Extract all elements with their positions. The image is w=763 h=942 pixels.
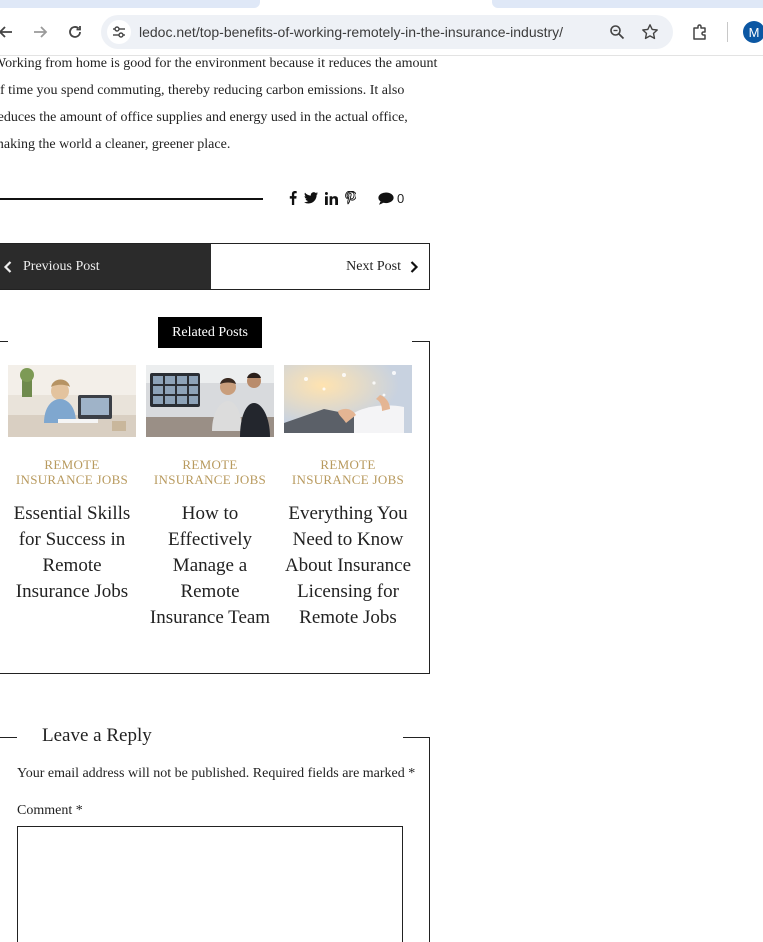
extensions-button[interactable] (688, 20, 712, 44)
laptop-document-image (284, 365, 412, 437)
toolbar-divider (727, 22, 728, 42)
related-post-category[interactable]: REMOTE INSURANCE JOBS (284, 457, 412, 487)
pinterest-icon[interactable] (345, 191, 356, 205)
reload-icon (69, 26, 81, 38)
related-box-edge (0, 341, 8, 342)
bookmark-button[interactable] (640, 22, 660, 42)
reply-box-edge (403, 737, 430, 738)
related-post-title[interactable]: Essential Skills for Success in Remote I… (8, 501, 136, 605)
related-post-category[interactable]: REMOTE INSURANCE JOBS (8, 457, 136, 487)
related-posts-heading: Related Posts (158, 317, 262, 348)
article-line: making the world a cleaner, greener plac… (0, 137, 231, 152)
reply-box-edge (429, 737, 430, 942)
next-post-link[interactable]: Next Post (211, 244, 429, 289)
arrow-right-icon (34, 26, 48, 38)
address-bar[interactable]: ledoc.net/top-benefits-of-working-remote… (101, 15, 673, 49)
zoom-icon (610, 25, 625, 40)
related-post-card: REMOTE INSURANCE JOBS Everything You Nee… (284, 365, 412, 631)
tune-icon (113, 26, 125, 38)
article-line: Working from home is good for the enviro… (0, 56, 438, 71)
zoom-button[interactable] (607, 22, 627, 42)
comment-count-link[interactable]: 0 (378, 188, 404, 208)
comment-count: 0 (397, 190, 405, 206)
facebook-icon[interactable] (289, 191, 297, 205)
reply-box-edge (0, 737, 17, 738)
twitter-icon[interactable] (304, 192, 318, 204)
video-meeting-image (146, 365, 274, 437)
office-woman-image (8, 365, 136, 437)
url-text[interactable]: ledoc.net/top-benefits-of-working-remote… (139, 24, 563, 40)
required-fields-note: Your email address will not be published… (17, 766, 416, 781)
chevron-left-icon (3, 260, 12, 273)
comment-textarea[interactable] (17, 826, 403, 942)
related-post-thumbnail[interactable] (284, 365, 412, 437)
star-icon (642, 24, 658, 40)
related-post-thumbnail[interactable] (146, 365, 274, 437)
profile-initial: M (748, 24, 760, 40)
related-post-card: REMOTE INSURANCE JOBS Essential Skills f… (8, 365, 136, 605)
site-info-button[interactable] (107, 20, 131, 44)
comment-label: Comment * (17, 803, 83, 818)
profile-avatar[interactable]: M (743, 21, 763, 43)
tab-strip-left (0, 0, 260, 8)
previous-post-label: Previous Post (23, 258, 100, 274)
share-divider (0, 198, 263, 200)
leave-reply-heading: Leave a Reply (42, 725, 152, 746)
article-paragraph: Working from home is good for the enviro… (0, 50, 438, 158)
article-line: of time you spend commuting, thereby red… (0, 83, 405, 98)
chevron-right-icon (410, 260, 419, 273)
related-post-title[interactable]: Everything You Need to Know About Insura… (284, 501, 412, 631)
arrow-left-icon (0, 26, 12, 38)
related-post-category[interactable]: REMOTE INSURANCE JOBS (146, 457, 274, 487)
browser-toolbar: ledoc.net/top-benefits-of-working-remote… (0, 0, 763, 56)
next-post-label: Next Post (346, 258, 401, 274)
puzzle-icon (693, 24, 706, 40)
related-box-edge (412, 341, 430, 342)
article-line: reduces the amount of office supplies an… (0, 110, 408, 125)
share-icons (289, 188, 356, 208)
forward-button[interactable] (28, 20, 52, 44)
related-post-title[interactable]: How to Effectively Manage a Remote Insur… (146, 501, 274, 631)
comment-icon (378, 192, 394, 205)
related-post-thumbnail[interactable] (8, 365, 136, 437)
back-button[interactable] (0, 20, 18, 44)
linkedin-icon[interactable] (325, 191, 338, 205)
previous-post-link[interactable]: Previous Post (0, 244, 211, 289)
post-navigation: Previous Post Next Post (0, 243, 430, 290)
tab-strip-right (492, 0, 763, 8)
reload-button[interactable] (63, 20, 87, 44)
related-post-card: REMOTE INSURANCE JOBS How to Effectively… (146, 365, 274, 631)
